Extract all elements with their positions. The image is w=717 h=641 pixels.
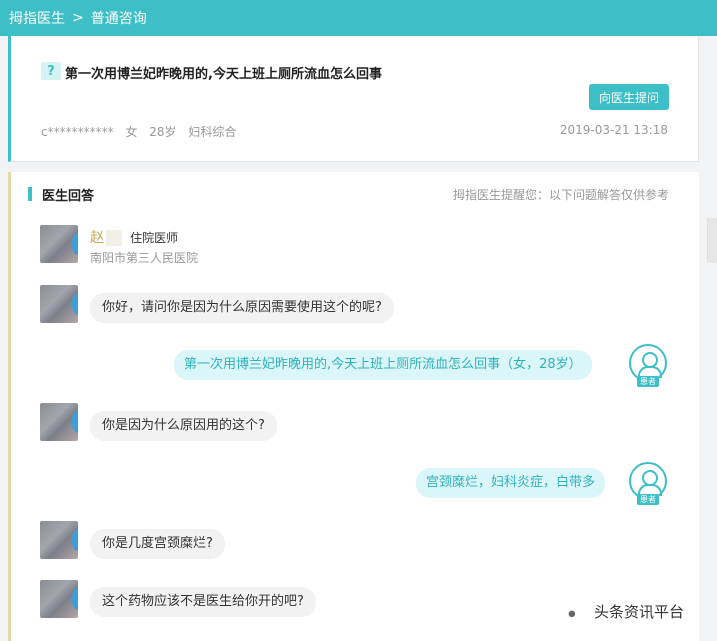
question-meta: c*********** 女 28岁 妇科综合 [41, 123, 244, 140]
question-department: 妇科综合 [188, 125, 237, 139]
answer-notice: 拇指医生提醒您：以下问题解答仅供参考 [452, 188, 669, 202]
breadcrumb-separator: > [72, 10, 84, 26]
watermark: ⚫ 头条资讯平台 [566, 601, 685, 623]
question-title: 第一次用博兰妃昨晚用的,今天上班上厕所流血怎么回事 [65, 67, 382, 82]
patient-message: 第一次用博兰妃昨晚用的,今天上班上厕所流血怎么回事（女，28岁） [174, 350, 592, 380]
question-card: ? 第一次用博兰妃昨晚用的,今天上班上厕所流血怎么回事 向医生提问 c*****… [8, 36, 699, 162]
question-user: c*********** [41, 125, 114, 139]
question-mark-icon: ? [41, 62, 61, 80]
question-gender: 女 [125, 125, 138, 139]
answer-heading: 医生回答 [42, 189, 95, 204]
doctor-avatar [40, 285, 78, 323]
doctor-message: 这个药物应该不是医生给你开的吧? [90, 587, 316, 617]
question-age: 28岁 [149, 125, 177, 139]
doctor-info: 赵 住院医师 [90, 227, 178, 247]
doctor-message: 你是因为什么原因用的这个? [90, 411, 277, 441]
ask-doctor-button[interactable]: 向医生提问 [589, 84, 669, 110]
patient-message: 宫颈糜烂，妇科炎症，白带多 [416, 468, 606, 498]
doctor-avatar [40, 521, 78, 559]
doctor-avatar [40, 580, 78, 618]
top-navigation-bar: 拇指医生 > 普通咨询 [0, 0, 717, 36]
question-date: 2019-03-21 13:18 [559, 123, 668, 137]
doctor-message: 你是几度宫颈糜烂? [90, 529, 225, 559]
section-marker [28, 187, 32, 201]
breadcrumb-current: 普通咨询 [90, 11, 147, 27]
doctor-hospital: 南阳市第三人民医院 [90, 251, 199, 265]
doctor-name[interactable]: 赵 [90, 230, 122, 246]
watermark-text: 头条资讯平台 [594, 603, 685, 621]
wechat-icon: ⚫ [566, 607, 578, 623]
patient-tag: 患者 [637, 376, 659, 387]
side-scroll-tab[interactable] [707, 218, 717, 263]
doctor-message: 你好，请问你是因为什么原因需要使用这个的呢? [90, 293, 394, 323]
doctor-avatar [40, 403, 78, 441]
doctor-avatar[interactable] [40, 225, 78, 263]
breadcrumb-home[interactable]: 拇指医生 [9, 8, 65, 28]
doctor-title: 住院医师 [130, 231, 179, 245]
patient-tag: 患者 [637, 494, 659, 505]
